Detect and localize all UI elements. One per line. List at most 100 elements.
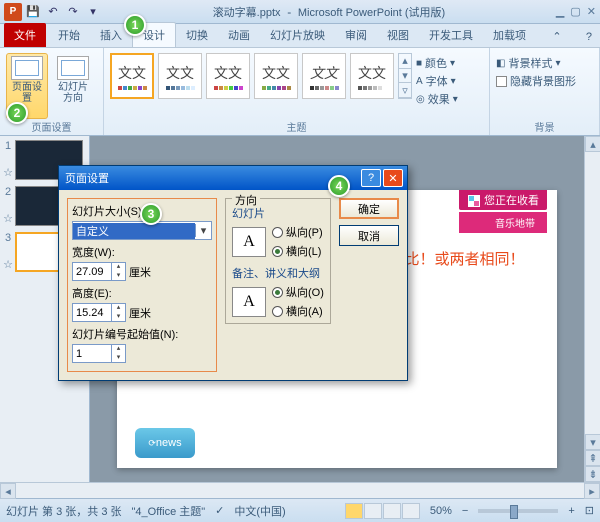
slide-size-value: 自定义 (73, 223, 195, 239)
slide-orientation-button[interactable]: 幻灯片方向 (52, 53, 94, 119)
spin-down-icon[interactable]: ▾ (112, 354, 125, 363)
restore-icon[interactable]: ▢ (570, 5, 580, 18)
dialog-title: 页面设置 (63, 170, 359, 186)
scroll-right-icon[interactable]: ▸ (584, 483, 600, 499)
colors-button[interactable]: ■ 颜色 ▾ (416, 55, 458, 71)
scroll-left-icon[interactable]: ◂ (0, 483, 16, 499)
zoom-level[interactable]: 50% (430, 505, 452, 517)
theme-more-icon[interactable]: ▿ (399, 83, 411, 98)
notes-landscape-radio[interactable]: 横向(A) (272, 303, 324, 319)
reading-view-icon[interactable] (383, 503, 401, 519)
status-spelling-icon[interactable]: ✓ (215, 504, 224, 517)
tab-review[interactable]: 审阅 (335, 23, 377, 47)
effects-button[interactable]: ◎ 效果 ▾ (416, 91, 458, 107)
slide-size-combo[interactable]: 自定义 ▾ (72, 221, 212, 240)
spin-up-icon[interactable]: ▴ (112, 345, 125, 354)
width-spinner[interactable]: 27.09▴▾ (72, 262, 126, 281)
checkbox-icon (496, 76, 507, 87)
save-icon[interactable]: 💾 (24, 3, 42, 21)
minimize-icon[interactable]: ▁ (556, 5, 564, 18)
next-slide-icon[interactable]: ⇟ (585, 466, 600, 482)
fonts-button[interactable]: A 字体 ▾ (416, 73, 458, 89)
view-buttons (345, 503, 420, 519)
redo-icon[interactable]: ↷ (64, 3, 82, 21)
dialog-help-icon[interactable]: ? (361, 169, 381, 187)
cancel-button[interactable]: 取消 (339, 225, 399, 246)
tab-transitions[interactable]: 切换 (176, 23, 218, 47)
combo-dropdown-icon[interactable]: ▾ (195, 224, 211, 237)
spin-up-icon[interactable]: ▴ (112, 263, 125, 272)
theme-tile-5[interactable]: 文文 (302, 53, 346, 99)
dialog-titlebar[interactable]: 页面设置 ? ✕ (59, 166, 407, 190)
vertical-scrollbar[interactable]: ▴ ▾ ⇞ ⇟ (584, 136, 600, 482)
zoom-out-icon[interactable]: − (462, 505, 468, 517)
height-spinner[interactable]: 15.24▴▾ (72, 303, 126, 322)
tutorial-marker-1: 1 (124, 14, 146, 36)
tab-addins[interactable]: 加载项 (483, 23, 536, 47)
tab-developer[interactable]: 开发工具 (419, 23, 483, 47)
undo-icon[interactable]: ↶ (44, 3, 62, 21)
notes-portrait-radio[interactable]: 纵向(O) (272, 284, 324, 300)
zoom-in-icon[interactable]: + (568, 505, 574, 517)
close-icon[interactable]: ✕ (587, 5, 596, 18)
tutorial-marker-3: 3 (140, 203, 162, 225)
window-title: 滚动字幕.pptx - Microsoft PowerPoint (试用版) (102, 4, 556, 20)
status-language[interactable]: 中文(中国) (234, 503, 285, 519)
slideshow-view-icon[interactable] (402, 503, 420, 519)
start-number-spinner[interactable]: 1▴▾ (72, 344, 126, 363)
group-label-background: 背景 (490, 119, 599, 134)
orientation-preview-icon: A (232, 287, 266, 317)
theme-scroll-down-icon[interactable]: ▾ (399, 69, 411, 84)
fit-window-icon[interactable]: ⊡ (585, 504, 594, 517)
horizontal-scrollbar[interactable]: ◂ ▸ (0, 482, 600, 498)
zoom-slider[interactable] (478, 509, 558, 513)
theme-text: 文文 (118, 63, 146, 83)
tab-file[interactable]: 文件 (4, 23, 46, 47)
orientation-label: 幻灯片方向 (55, 82, 91, 104)
theme-tile-4[interactable]: 文文 (254, 53, 298, 99)
theme-tile-3[interactable]: 文文 (206, 53, 250, 99)
theme-scroll-up-icon[interactable]: ▴ (399, 54, 411, 69)
theme-text: 文文 (358, 63, 386, 83)
scroll-track[interactable] (585, 152, 600, 434)
normal-view-icon[interactable] (345, 503, 363, 519)
slides-landscape-radio[interactable]: 横向(L) (272, 243, 323, 259)
dialog-close-icon[interactable]: ✕ (383, 169, 403, 187)
badge-icon (467, 194, 481, 208)
height-value: 15.24 (73, 307, 111, 319)
help-icon[interactable]: ? (578, 27, 600, 47)
scroll-track-h[interactable] (16, 483, 584, 498)
theme-modifiers: ■ 颜色 ▾ A 字体 ▾ ◎ 效果 ▾ (416, 53, 458, 107)
bg-styles-button[interactable]: ◧ 背景样式 ▾ (496, 55, 576, 71)
prev-slide-icon[interactable]: ⇞ (585, 450, 600, 466)
theme-text: 文文 (166, 63, 194, 83)
badge-top: 您正在收看 (459, 190, 547, 210)
spin-down-icon[interactable]: ▾ (112, 313, 125, 322)
theme-tile-6[interactable]: 文文 (350, 53, 394, 99)
ok-button[interactable]: 确定 (339, 198, 399, 219)
tab-slideshow[interactable]: 幻灯片放映 (260, 23, 335, 47)
theme-tile-2[interactable]: 文文 (158, 53, 202, 99)
theme-tile-1[interactable]: 文文 (110, 53, 154, 99)
qat-dropdown-icon[interactable]: ▾ (84, 3, 102, 21)
scroll-down-icon[interactable]: ▾ (585, 434, 600, 450)
group-label-themes: 主题 (104, 119, 489, 134)
app-logo[interactable]: P (4, 3, 22, 21)
tab-animations[interactable]: 动画 (218, 23, 260, 47)
spin-down-icon[interactable]: ▾ (112, 272, 125, 281)
start-number-label: 幻灯片编号起始值(N): (72, 326, 212, 342)
slides-portrait-radio[interactable]: 纵向(P) (272, 224, 323, 240)
start-value: 1 (73, 348, 111, 360)
spin-up-icon[interactable]: ▴ (112, 304, 125, 313)
badge-bottom: 音乐地带 (459, 212, 547, 233)
direction-fieldset: 方向 幻灯片 A 纵向(P) 横向(L) 备注、讲义和大纲 A 纵向(O) 横向… (225, 198, 331, 324)
page-setup-dialog: 页面设置 ? ✕ 幻灯片大小(S): 自定义 ▾ 宽度(W): 27.09▴▾ … (58, 165, 408, 381)
theme-gallery-nav: ▴ ▾ ▿ (398, 53, 412, 99)
ribbon-minimize-icon[interactable]: ⌃ (544, 26, 569, 47)
sorter-view-icon[interactable] (364, 503, 382, 519)
hide-bg-checkbox[interactable]: 隐藏背景图形 (496, 73, 576, 89)
radio-icon (272, 246, 283, 257)
tab-home[interactable]: 开始 (48, 23, 90, 47)
tab-view[interactable]: 视图 (377, 23, 419, 47)
scroll-up-icon[interactable]: ▴ (585, 136, 600, 152)
